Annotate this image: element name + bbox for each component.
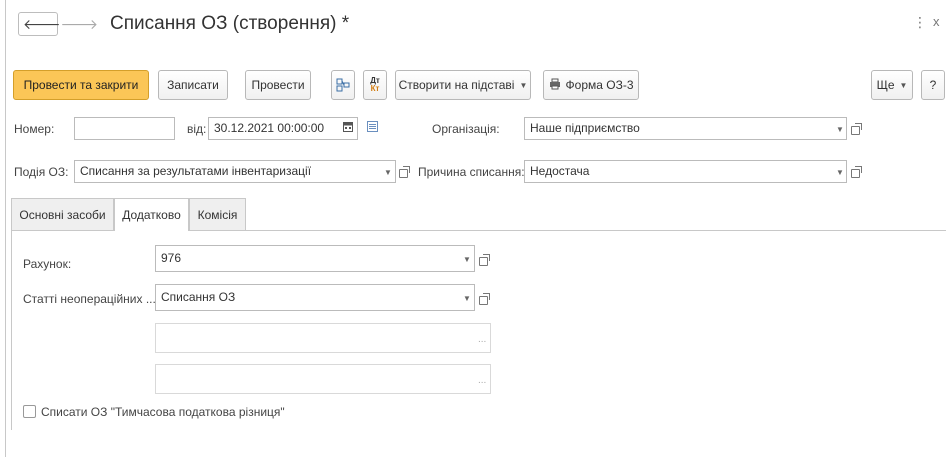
- more-button[interactable]: Ще ▼: [871, 70, 913, 100]
- window-title: Списання ОЗ (створення) *: [110, 13, 350, 34]
- post-and-close-button[interactable]: Провести та закрити: [13, 70, 149, 100]
- articles-label: Статті неопераційних ...: [23, 292, 156, 306]
- nav-buttons: 🡐 🡒: [18, 12, 98, 36]
- tab-commission[interactable]: Комісія: [189, 198, 246, 230]
- writeoff-tax-difference-label: Списати ОЗ "Тимчасова податкова різниця": [41, 405, 285, 419]
- number-field[interactable]: [74, 117, 175, 140]
- chevron-down-icon[interactable]: ▼: [836, 125, 844, 134]
- kt-label: Кт: [370, 84, 380, 93]
- save-button[interactable]: Записати: [158, 70, 228, 100]
- post-button[interactable]: Провести: [245, 70, 311, 100]
- subconto-field-1[interactable]: [155, 323, 491, 353]
- subconto-field-2[interactable]: [155, 364, 491, 394]
- date-field[interactable]: 30.12.2021 00:00:00: [208, 117, 358, 140]
- event-field[interactable]: Списання за результатами інвентаризації: [74, 160, 396, 183]
- help-button[interactable]: ?: [921, 70, 945, 100]
- document-list-icon[interactable]: [367, 121, 378, 135]
- chevron-down-icon: ▼: [899, 80, 908, 90]
- ellipsis-icon[interactable]: ...: [478, 375, 486, 386]
- forward-arrow-icon[interactable]: 🡒: [61, 17, 99, 31]
- create-based-on-button[interactable]: Створити на підставі ▼: [395, 70, 531, 100]
- print-form-label: Форма ОЗ-3: [565, 78, 634, 92]
- chevron-down-icon[interactable]: ▼: [384, 168, 392, 177]
- window-frame: [5, 0, 6, 457]
- tab-main-assets[interactable]: Основні засоби: [11, 198, 114, 230]
- organization-field[interactable]: Наше підприємство: [524, 117, 847, 140]
- chevron-down-icon: ▼: [519, 80, 528, 90]
- open-icon[interactable]: [851, 123, 862, 135]
- event-label: Подія ОЗ:: [14, 165, 69, 179]
- close-button[interactable]: x: [933, 14, 940, 29]
- chevron-down-icon[interactable]: ▼: [463, 294, 471, 303]
- create-based-label: Створити на підставі: [398, 78, 515, 92]
- more-vertical-icon[interactable]: ⋮: [913, 14, 927, 31]
- more-label: Ще: [876, 78, 895, 92]
- open-icon[interactable]: [479, 254, 490, 266]
- chevron-down-icon[interactable]: ▼: [836, 168, 844, 177]
- writeoff-tax-difference-checkbox[interactable]: [23, 405, 36, 418]
- back-arrow-icon[interactable]: 🡐: [23, 17, 61, 31]
- dt-kt-icon[interactable]: Дт Кт: [363, 70, 387, 100]
- articles-field[interactable]: Списання ОЗ: [155, 284, 475, 311]
- reason-field[interactable]: Недостача: [524, 160, 847, 183]
- structure-icon[interactable]: [331, 70, 355, 100]
- calendar-icon[interactable]: [343, 121, 353, 135]
- number-label: Номер:: [14, 122, 55, 136]
- open-icon[interactable]: [479, 293, 490, 305]
- open-icon[interactable]: [851, 166, 862, 178]
- tab-additional[interactable]: Додатково: [114, 198, 189, 231]
- chevron-down-icon[interactable]: ▼: [463, 255, 471, 264]
- date-value: 30.12.2021 00:00:00: [214, 121, 325, 135]
- account-field[interactable]: 976: [155, 245, 475, 272]
- reason-label: Причина списання:: [418, 165, 525, 179]
- print-form-button[interactable]: Форма ОЗ-3: [543, 70, 639, 100]
- account-label: Рахунок:: [23, 257, 72, 271]
- printer-icon: [549, 78, 561, 93]
- open-icon[interactable]: [399, 166, 410, 178]
- date-label: від:: [187, 122, 207, 136]
- organization-label: Організація:: [432, 122, 500, 136]
- ellipsis-icon[interactable]: ...: [478, 334, 486, 345]
